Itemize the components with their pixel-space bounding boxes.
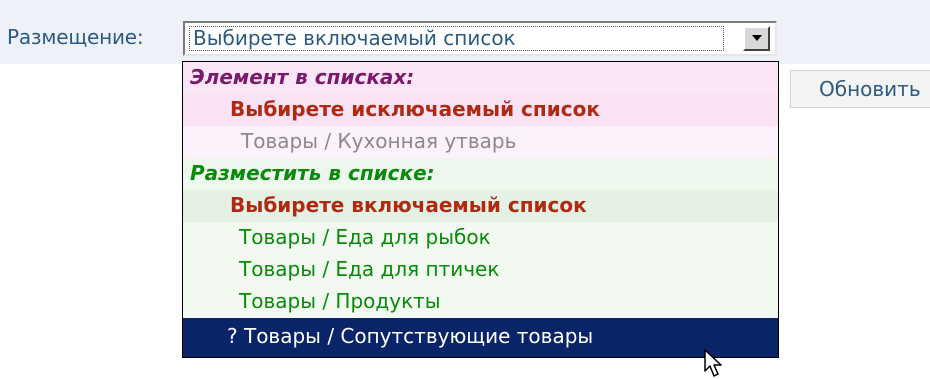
option-related-products[interactable]: ? Товары / Сопутствующие товары	[183, 318, 778, 357]
option-products[interactable]: Товары / Продукты	[183, 286, 778, 318]
placement-select[interactable]: Выбирете включаемый список	[183, 21, 777, 56]
option-kitchenware[interactable]: Товары / Кухонная утварь	[183, 126, 778, 158]
update-button[interactable]: Обновить	[790, 70, 930, 108]
option-group-place-in-list: Разместить в списке:	[183, 158, 778, 190]
placement-select-value[interactable]: Выбирете включаемый список	[189, 26, 724, 51]
dropdown-arrow-button[interactable]	[743, 26, 770, 51]
mouse-pointer-icon	[704, 349, 722, 377]
chevron-down-icon	[752, 35, 762, 41]
option-choose-included-list[interactable]: Выбирете включаемый список	[183, 190, 778, 222]
placement-label: Размещение:	[7, 25, 144, 49]
option-bird-food[interactable]: Товары / Еда для птичек	[183, 254, 778, 286]
placement-dropdown-list[interactable]: Элемент в списках: Выбирете исключаемый …	[182, 61, 779, 358]
option-group-in-lists: Элемент в списках:	[183, 62, 778, 94]
option-fish-food[interactable]: Товары / Еда для рыбок	[183, 222, 778, 254]
option-choose-excluded-list[interactable]: Выбирете исключаемый список	[183, 94, 778, 126]
